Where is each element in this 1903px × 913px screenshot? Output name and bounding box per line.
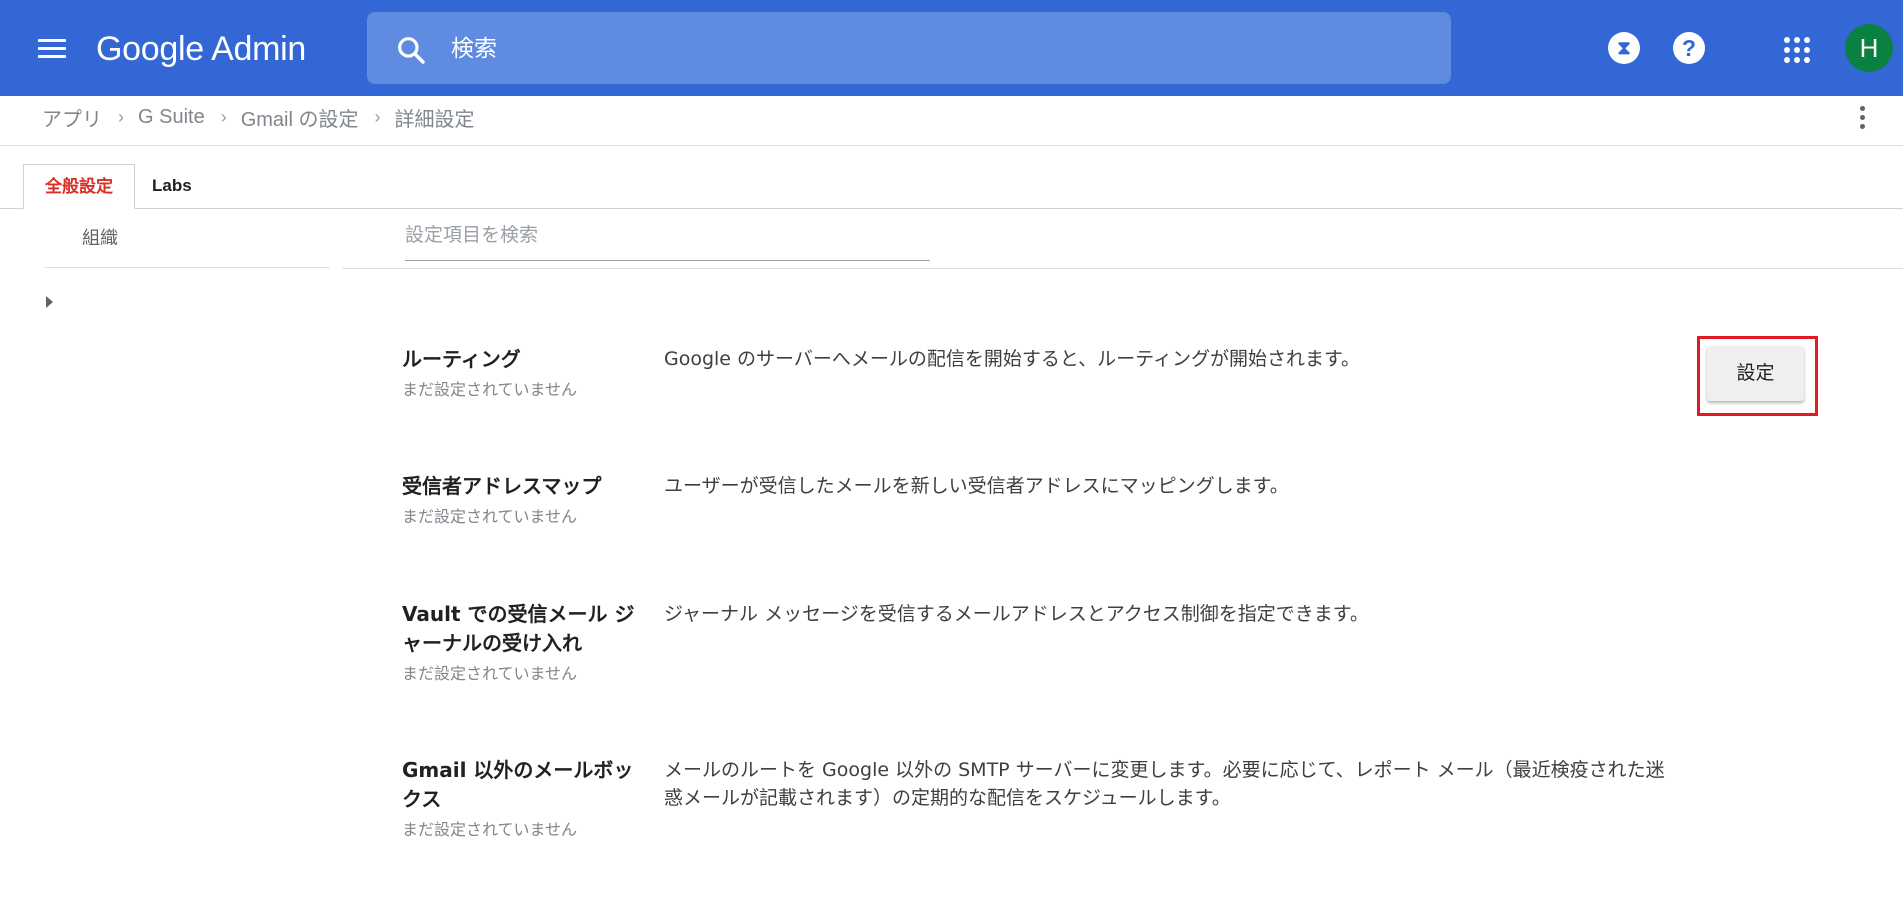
divider: [0, 145, 1903, 146]
breadcrumb: アプリ › G Suite › Gmail の設定 › 詳細設定: [42, 102, 475, 132]
setting-description: ユーザーが受信したメールを新しい受信者アドレスにマッピングします。: [664, 475, 1289, 497]
avatar[interactable]: H: [1845, 24, 1893, 72]
setting-title: Gmail 以外のメールボックス: [402, 758, 634, 811]
breadcrumb-item-gsuite[interactable]: G Suite: [138, 106, 205, 129]
setting-status: まだ設定されていません: [402, 507, 578, 526]
setting-row-routing[interactable]: ルーティング まだ設定されていません Google のサーバーへメールの配信を開…: [402, 345, 1802, 405]
expand-arrow-icon[interactable]: [46, 296, 53, 308]
search-bar[interactable]: 検索: [367, 12, 1451, 84]
setting-title: ルーティング: [402, 347, 521, 371]
breadcrumb-item-gmail-settings[interactable]: Gmail の設定: [241, 103, 359, 132]
breadcrumb-item-apps[interactable]: アプリ: [42, 103, 102, 132]
setting-row-non-gmail-mailbox[interactable]: Gmail 以外のメールボックス まだ設定されていません メールのルートを Go…: [402, 756, 1802, 846]
more-vert-icon[interactable]: [1857, 106, 1867, 132]
apps-grid-icon[interactable]: [1784, 37, 1810, 63]
divider: [342, 268, 1903, 269]
search-icon: [398, 37, 425, 64]
admin-logo[interactable]: Google Admin: [96, 27, 306, 71]
hourglass-icon[interactable]: ⧗: [1608, 32, 1640, 64]
tabs-divider: [0, 208, 1903, 209]
top-app-bar: Google Admin 検索 ⧗ ? H: [0, 0, 1903, 96]
setting-status: まだ設定されていません: [402, 820, 578, 839]
org-panel-label: 組織: [82, 228, 118, 249]
chevron-right-icon: ›: [220, 106, 227, 127]
setting-row-recipient-address-map[interactable]: 受信者アドレスマップ まだ設定されていません ユーザーが受信したメールを新しい受…: [402, 472, 1802, 532]
tab-labs[interactable]: Labs: [152, 164, 192, 209]
search-placeholder: 検索: [451, 36, 497, 62]
setting-row-vault-journal[interactable]: Vault での受信メール ジャーナルの受け入れ まだ設定されていません ジャー…: [402, 600, 1802, 690]
configure-routing-button[interactable]: 設定: [1707, 346, 1804, 401]
setting-status: まだ設定されていません: [402, 380, 578, 399]
help-icon[interactable]: ?: [1673, 32, 1705, 64]
chevron-right-icon: ›: [374, 106, 381, 127]
menu-icon[interactable]: [38, 34, 68, 62]
setting-title: 受信者アドレスマップ: [402, 474, 602, 498]
setting-description: Google のサーバーへメールの配信を開始すると、ルーティングが開始されます。: [664, 348, 1361, 370]
tab-general-settings[interactable]: 全般設定: [23, 164, 135, 209]
settings-search-placeholder: 設定項目を検索: [405, 224, 539, 246]
divider: [44, 267, 330, 268]
chevron-right-icon: ›: [118, 106, 124, 127]
settings-search-input[interactable]: 設定項目を検索: [405, 218, 930, 261]
breadcrumb-item-advanced-settings: 詳細設定: [394, 108, 475, 131]
setting-description: メールのルートを Google 以外の SMTP サーバーに変更します。必要に応…: [664, 759, 1665, 809]
setting-description: ジャーナル メッセージを受信するメールアドレスとアクセス制御を指定できます。: [664, 603, 1369, 625]
setting-title: Vault での受信メール ジャーナルの受け入れ: [402, 602, 635, 655]
setting-status: まだ設定されていません: [402, 664, 578, 683]
